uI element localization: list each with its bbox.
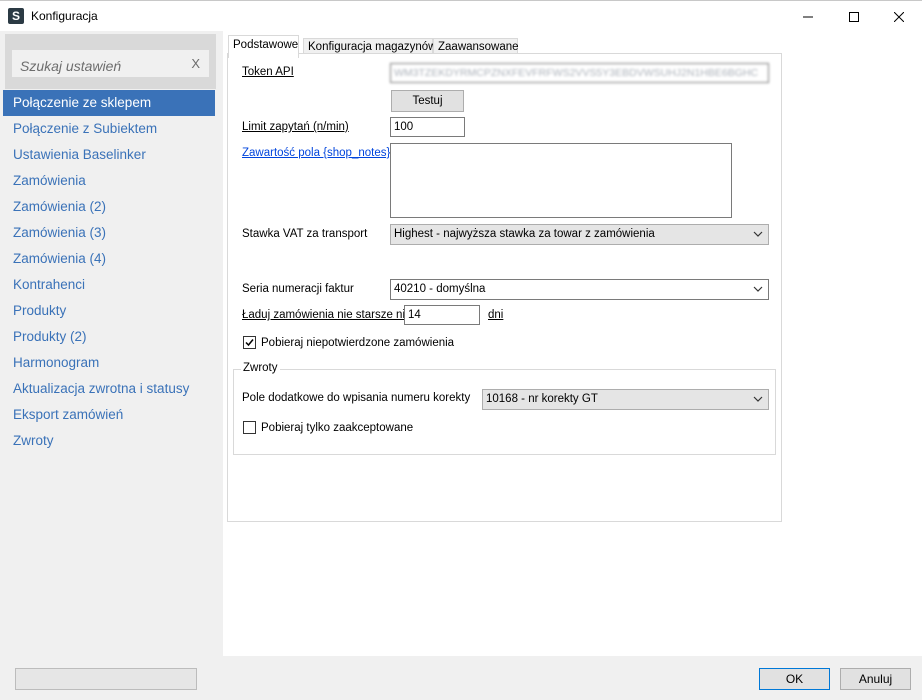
cancel-button[interactable]: Anuluj	[840, 668, 911, 690]
vat-select[interactable]: Highest - najwyższa stawka za towar z za…	[390, 224, 769, 245]
sidebar-item-orders-export[interactable]: Eksport zamówień	[3, 402, 215, 428]
correction-field-label: Pole dodatkowe do wpisania numeru korekt…	[242, 392, 471, 404]
correction-field-select-value: 10168 - nr korekty GT	[486, 393, 598, 405]
search-panel: Szukaj ustawień X	[5, 34, 216, 89]
chevron-down-icon	[753, 231, 763, 237]
accepted-only-label: Pobieraj tylko zaakceptowane	[261, 422, 414, 434]
status-progress-bar	[15, 668, 197, 690]
series-select[interactable]: 40210 - domyślna	[390, 279, 769, 300]
maximize-icon	[849, 11, 859, 22]
tab-panel-basic: Token API WM3TZEKDYRMCPZNXFEVFRFWS2VVS5Y…	[227, 53, 782, 522]
series-select-value: 40210 - domyślna	[394, 283, 486, 295]
notes-field[interactable]	[390, 143, 732, 218]
notes-label-link[interactable]: Zawartość pola {shop_notes}	[242, 147, 390, 159]
sidebar-item-shop-connection[interactable]: Połączenie ze sklepem	[3, 90, 215, 116]
clear-search-icon[interactable]: X	[191, 56, 200, 71]
series-label: Seria numeracji faktur	[242, 283, 354, 295]
vat-select-value: Highest - najwyższa stawka za towar z za…	[394, 228, 655, 240]
sidebar-item-products-2[interactable]: Produkty (2)	[3, 324, 215, 350]
sidebar-item-orders[interactable]: Zamówienia	[3, 168, 215, 194]
correction-field-select[interactable]: 10168 - nr korekty GT	[482, 389, 769, 410]
token-field[interactable]: WM3TZEKDYRMCPZNXFEVFRFWS2VVS5Y3EBDVWSUHJ…	[390, 63, 769, 83]
maximize-button[interactable]	[831, 1, 877, 32]
load-orders-label: Ładuj zamówienia nie starsze niż	[242, 309, 411, 321]
sidebar-item-orders-3[interactable]: Zamówienia (3)	[3, 220, 215, 246]
returns-group: Zwroty Pole dodatkowe do wpisania numeru…	[233, 362, 776, 455]
close-icon	[894, 11, 904, 22]
chevron-down-icon	[753, 396, 763, 402]
accepted-only-checkbox[interactable]	[243, 421, 256, 434]
vat-label: Stawka VAT za transport	[242, 228, 368, 240]
close-button[interactable]	[876, 1, 922, 32]
returns-group-title: Zwroty	[241, 362, 280, 374]
checkmark-icon	[245, 339, 254, 347]
sidebar-item-orders-4[interactable]: Zamówienia (4)	[3, 246, 215, 272]
sidebar-item-baselinker-settings[interactable]: Ustawienia Baselinker	[3, 142, 215, 168]
app-icon: S	[8, 8, 24, 24]
days-unit-label: dni	[488, 309, 504, 321]
settings-nav-list: Połączenie ze sklepem Połączenie z Subie…	[3, 90, 215, 454]
search-placeholder: Szukaj ustawień	[20, 58, 122, 74]
sidebar-item-contractors[interactable]: Kontrahenci	[3, 272, 215, 298]
limit-label: Limit zapytań (n/min)	[242, 121, 349, 133]
sidebar-item-products[interactable]: Produkty	[3, 298, 215, 324]
sidebar: Szukaj ustawień X Połączenie ze sklepem …	[0, 31, 223, 656]
unconfirmed-orders-checkbox[interactable]	[243, 336, 256, 349]
sidebar-item-status-update[interactable]: Aktualizacja zwrotna i statusy	[3, 376, 215, 402]
sidebar-item-subiekt-connection[interactable]: Połączenie z Subiektem	[3, 116, 215, 142]
unconfirmed-orders-label: Pobieraj niepotwierdzone zamówienia	[261, 337, 455, 349]
sidebar-item-schedule[interactable]: Harmonogram	[3, 350, 215, 376]
minimize-icon	[803, 16, 813, 17]
title-bar: S Konfiguracja	[0, 0, 922, 31]
minimize-button[interactable]	[785, 1, 831, 32]
window-title: Konfiguracja	[31, 9, 98, 23]
search-input[interactable]: Szukaj ustawień X	[11, 49, 210, 78]
load-orders-days-field[interactable]: 14	[404, 305, 480, 325]
limit-field[interactable]: 100	[390, 117, 465, 137]
sidebar-item-orders-2[interactable]: Zamówienia (2)	[3, 194, 215, 220]
sidebar-item-returns[interactable]: Zwroty	[3, 428, 215, 454]
content-area: Podstawowe Konfiguracja magazynów Zaawan…	[223, 31, 922, 656]
chevron-down-icon	[753, 286, 763, 292]
test-button[interactable]: Testuj	[391, 90, 464, 112]
tab-basic[interactable]: Podstawowe	[228, 35, 299, 58]
ok-button[interactable]: OK	[759, 668, 830, 690]
token-label: Token API	[242, 66, 294, 78]
